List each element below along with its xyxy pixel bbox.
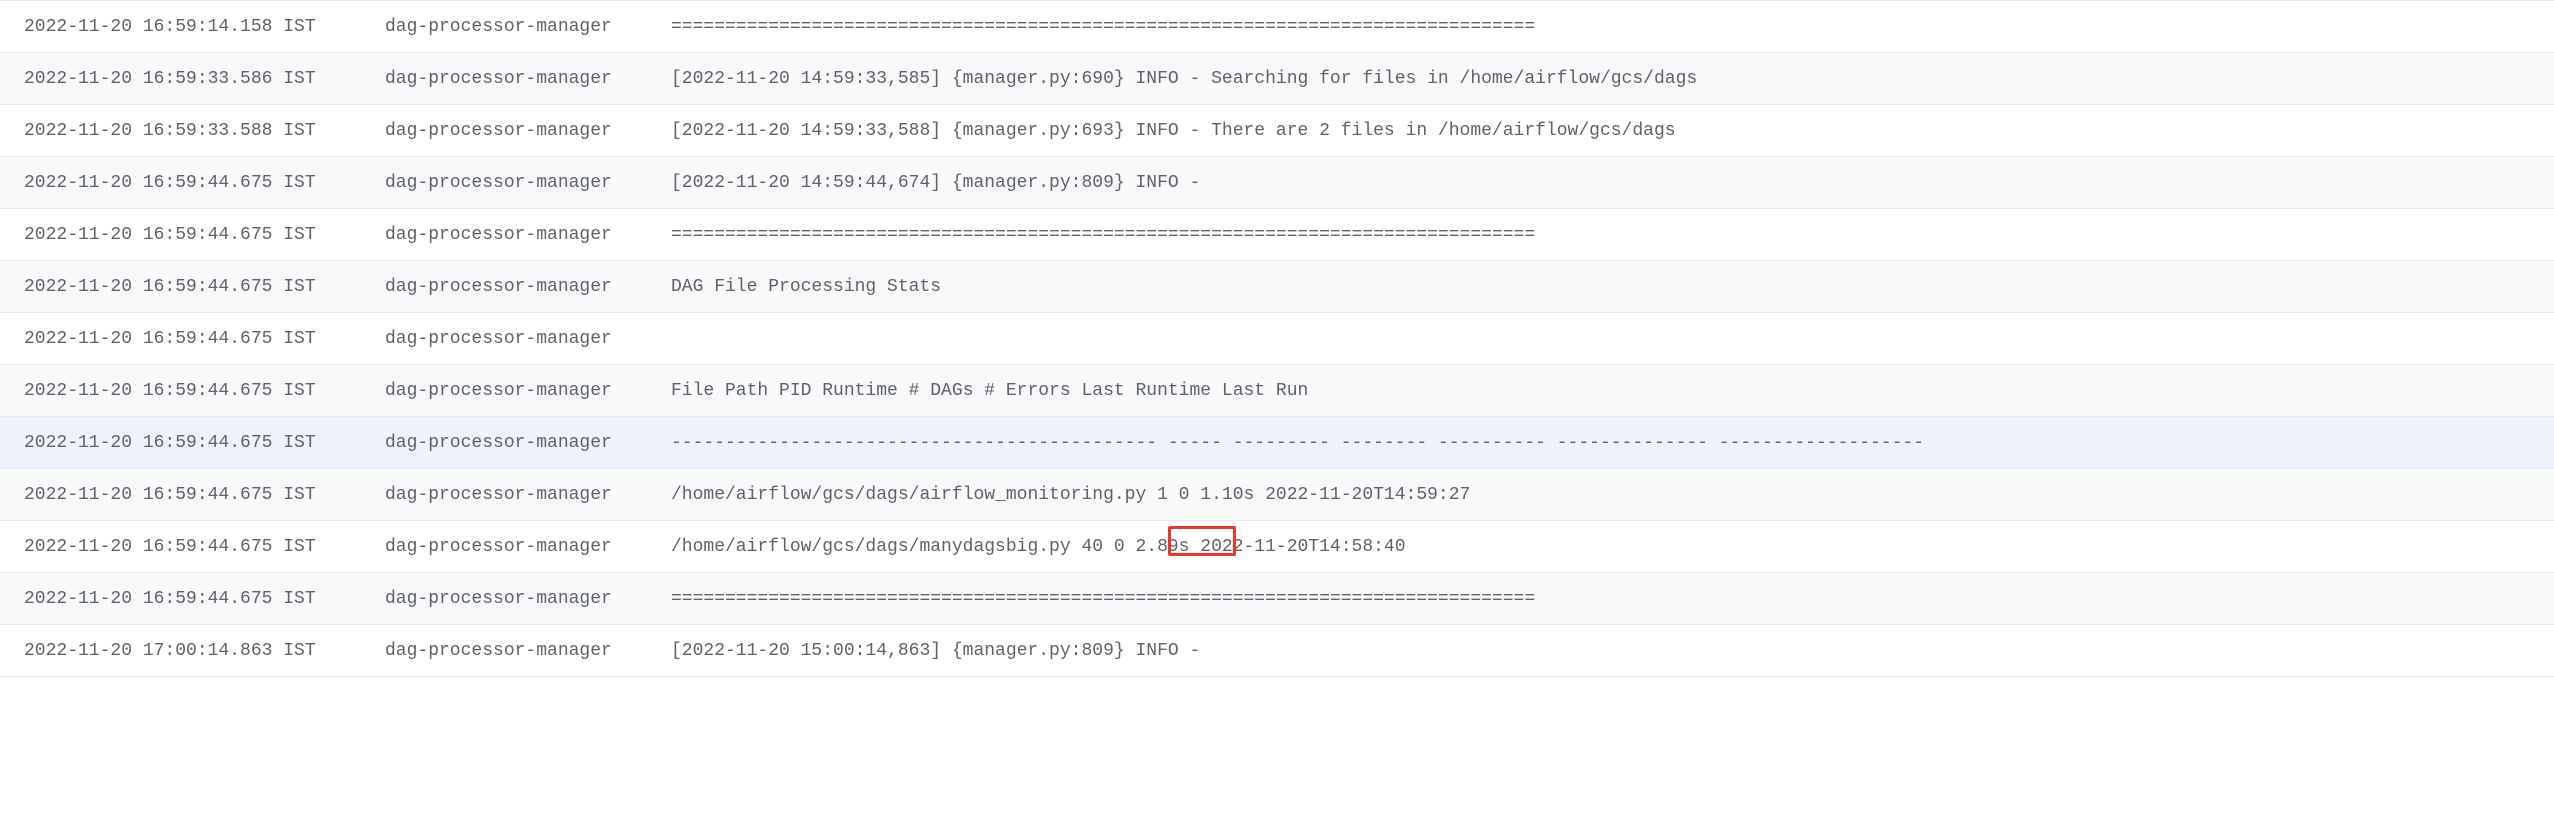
- log-message: ========================================…: [671, 211, 2554, 259]
- log-source: dag-processor-manager: [385, 419, 671, 467]
- log-timestamp: 2022-11-20 16:59:44.675 IST: [0, 315, 385, 363]
- log-message: /home/airflow/gcs/dags/airflow_monitorin…: [671, 471, 2554, 519]
- log-timestamp: 2022-11-20 16:59:44.675 IST: [0, 523, 385, 571]
- log-source: dag-processor-manager: [385, 211, 671, 259]
- log-row[interactable]: 2022-11-20 17:00:14.863 ISTdag-processor…: [0, 625, 2554, 677]
- log-source: dag-processor-manager: [385, 159, 671, 207]
- log-row[interactable]: 2022-11-20 16:59:44.675 ISTdag-processor…: [0, 573, 2554, 625]
- log-timestamp: 2022-11-20 16:59:44.675 IST: [0, 471, 385, 519]
- log-source: dag-processor-manager: [385, 263, 671, 311]
- log-message: ----------------------------------------…: [671, 419, 2554, 467]
- log-source: dag-processor-manager: [385, 315, 671, 363]
- log-timestamp: 2022-11-20 16:59:44.675 IST: [0, 159, 385, 207]
- log-row[interactable]: 2022-11-20 16:59:44.675 ISTdag-processor…: [0, 209, 2554, 261]
- log-table: 2022-11-20 16:59:14.158 ISTdag-processor…: [0, 0, 2554, 677]
- log-row[interactable]: 2022-11-20 16:59:44.675 ISTdag-processor…: [0, 157, 2554, 209]
- log-message: [2022-11-20 14:59:33,588] {manager.py:69…: [671, 107, 2554, 155]
- log-row[interactable]: 2022-11-20 16:59:44.675 ISTdag-processor…: [0, 521, 2554, 573]
- log-row[interactable]: 2022-11-20 16:59:33.586 ISTdag-processor…: [0, 53, 2554, 105]
- log-source: dag-processor-manager: [385, 471, 671, 519]
- log-source: dag-processor-manager: [385, 55, 671, 103]
- log-source: dag-processor-manager: [385, 367, 671, 415]
- log-source: dag-processor-manager: [385, 523, 671, 571]
- log-timestamp: 2022-11-20 16:59:44.675 IST: [0, 575, 385, 623]
- log-message: [671, 325, 2554, 353]
- log-message: ========================================…: [671, 3, 2554, 51]
- log-message: [2022-11-20 15:00:14,863] {manager.py:80…: [671, 627, 2554, 675]
- log-message: [2022-11-20 14:59:44,674] {manager.py:80…: [671, 159, 2554, 207]
- log-message: ========================================…: [671, 575, 2554, 623]
- log-timestamp: 2022-11-20 16:59:33.586 IST: [0, 55, 385, 103]
- log-row[interactable]: 2022-11-20 16:59:44.675 ISTdag-processor…: [0, 261, 2554, 313]
- log-timestamp: 2022-11-20 16:59:14.158 IST: [0, 3, 385, 51]
- log-message: /home/airflow/gcs/dags/manydagsbig.py 40…: [671, 523, 2554, 571]
- log-row[interactable]: 2022-11-20 16:59:33.588 ISTdag-processor…: [0, 105, 2554, 157]
- log-source: dag-processor-manager: [385, 107, 671, 155]
- log-timestamp: 2022-11-20 16:59:44.675 IST: [0, 419, 385, 467]
- log-row[interactable]: 2022-11-20 16:59:44.675 ISTdag-processor…: [0, 469, 2554, 521]
- highlight-box: [1168, 526, 1236, 556]
- log-row[interactable]: 2022-11-20 16:59:44.675 ISTdag-processor…: [0, 417, 2554, 469]
- log-message: File Path PID Runtime # DAGs # Errors La…: [671, 367, 2554, 415]
- log-row[interactable]: 2022-11-20 16:59:14.158 ISTdag-processor…: [0, 1, 2554, 53]
- log-timestamp: 2022-11-20 17:00:14.863 IST: [0, 627, 385, 675]
- log-timestamp: 2022-11-20 16:59:33.588 IST: [0, 107, 385, 155]
- log-source: dag-processor-manager: [385, 575, 671, 623]
- log-source: dag-processor-manager: [385, 3, 671, 51]
- log-message: DAG File Processing Stats: [671, 263, 2554, 311]
- log-timestamp: 2022-11-20 16:59:44.675 IST: [0, 263, 385, 311]
- log-timestamp: 2022-11-20 16:59:44.675 IST: [0, 211, 385, 259]
- log-source: dag-processor-manager: [385, 627, 671, 675]
- log-timestamp: 2022-11-20 16:59:44.675 IST: [0, 367, 385, 415]
- log-row[interactable]: 2022-11-20 16:59:44.675 ISTdag-processor…: [0, 365, 2554, 417]
- log-row[interactable]: 2022-11-20 16:59:44.675 ISTdag-processor…: [0, 313, 2554, 365]
- log-message: [2022-11-20 14:59:33,585] {manager.py:69…: [671, 55, 2554, 103]
